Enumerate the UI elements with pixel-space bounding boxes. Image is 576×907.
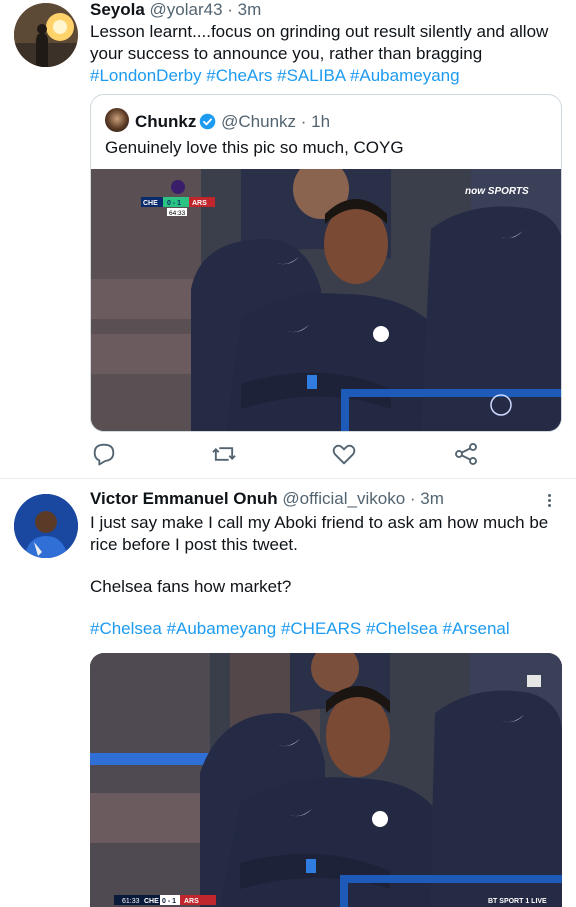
tweet[interactable]: Victor Emmanuel Onuh @official_vikoko · …: [0, 480, 576, 907]
author-name[interactable]: Seyola: [90, 0, 145, 19]
reply-icon[interactable]: [90, 440, 118, 468]
score-home: CHE: [143, 200, 158, 207]
tweet-text: I just say make I call my Aboki friend t…: [90, 512, 548, 640]
hashtag-link[interactable]: #Chelsea: [366, 619, 438, 638]
photo-image: 61:33 CHE 0 - 1 ARS BT SPORT 1 LIVE: [90, 653, 562, 907]
tweet-text-line: I just say make I call my Aboki friend t…: [90, 513, 549, 532]
hashtag-link[interactable]: #Chelsea: [90, 619, 162, 638]
quoted-author-name[interactable]: Chunkz: [135, 112, 196, 131]
tweet-text-line: Chelsea fans how market?: [90, 577, 292, 596]
quoted-text: Genuinely love this pic so much, COYG: [105, 138, 404, 157]
quoted-header: Chunkz @Chunkz · 1h: [135, 112, 330, 132]
verified-badge-icon: [200, 113, 216, 130]
hashtag-link[interactable]: #SALIBA: [277, 66, 345, 85]
avatar[interactable]: [14, 3, 78, 67]
hashtag-link[interactable]: #CHEARS: [281, 619, 361, 638]
timestamp[interactable]: · 3m: [227, 0, 261, 19]
tweet-text: Lesson learnt....focus on grinding out r…: [90, 21, 548, 87]
score-away: ARS: [192, 200, 207, 207]
match-clock: 64:33: [169, 210, 186, 217]
match-clock: 61:33: [122, 898, 140, 905]
tweet[interactable]: Seyola @yolar43 · 3m Lesson learnt....fo…: [0, 0, 576, 479]
hashtag-link[interactable]: #Aubameyang: [350, 66, 460, 85]
score-value: 0 - 1: [167, 200, 181, 207]
tweet-header: Seyola @yolar43 · 3m: [90, 0, 261, 20]
more-options-icon[interactable]: [540, 492, 558, 510]
score-home: CHE: [144, 898, 159, 905]
hashtag-link[interactable]: #LondonDerby: [90, 66, 202, 85]
tweet-photo[interactable]: 61:33 CHE 0 - 1 ARS BT SPORT 1 LIVE: [90, 653, 562, 907]
author-handle[interactable]: @yolar43: [150, 0, 223, 19]
hashtag-row: #Chelsea #Aubameyang #CHEARS #Chelsea #A…: [90, 618, 548, 640]
quoted-photo[interactable]: CHE 0 - 1 ARS 64:33 now SPORTS: [91, 169, 562, 432]
tweet-text-line: rice before I post this tweet.: [90, 535, 298, 554]
avatar[interactable]: [14, 494, 78, 558]
tweet-text-line: Lesson learnt....focus on grinding out r…: [90, 22, 549, 41]
timestamp[interactable]: · 3m: [410, 489, 444, 508]
like-icon[interactable]: [330, 440, 358, 468]
share-icon[interactable]: [452, 440, 480, 468]
quoted-timestamp[interactable]: · 1h: [301, 112, 330, 131]
score-value: 0 - 1: [162, 898, 176, 905]
tweet-text-line: your success to announce you, rather tha…: [90, 44, 483, 63]
broadcaster-logo: now SPORTS: [465, 186, 529, 197]
broadcaster-logo: BT SPORT 1 LIVE: [488, 898, 547, 905]
tweet-actions: [90, 440, 490, 468]
avatar-image: [14, 494, 78, 558]
hashtag-link[interactable]: #CheArs: [206, 66, 272, 85]
score-away: ARS: [184, 898, 199, 905]
avatar-image: [14, 3, 78, 67]
hashtag-link[interactable]: #Aubameyang: [167, 619, 277, 638]
hashtag-row: #LondonDerby #CheArs #SALIBA #Aubameyang: [90, 65, 548, 87]
retweet-icon[interactable]: [210, 440, 238, 468]
quoted-handle[interactable]: @Chunkz: [221, 112, 296, 131]
author-handle[interactable]: @official_vikoko: [282, 489, 405, 508]
author-name[interactable]: Victor Emmanuel Onuh: [90, 489, 278, 508]
quoted-avatar[interactable]: [105, 108, 129, 132]
hashtag-link[interactable]: #Arsenal: [443, 619, 510, 638]
quoted-tweet[interactable]: Chunkz @Chunkz · 1h Genuinely love this …: [90, 94, 562, 432]
tweet-header: Victor Emmanuel Onuh @official_vikoko · …: [90, 489, 444, 509]
